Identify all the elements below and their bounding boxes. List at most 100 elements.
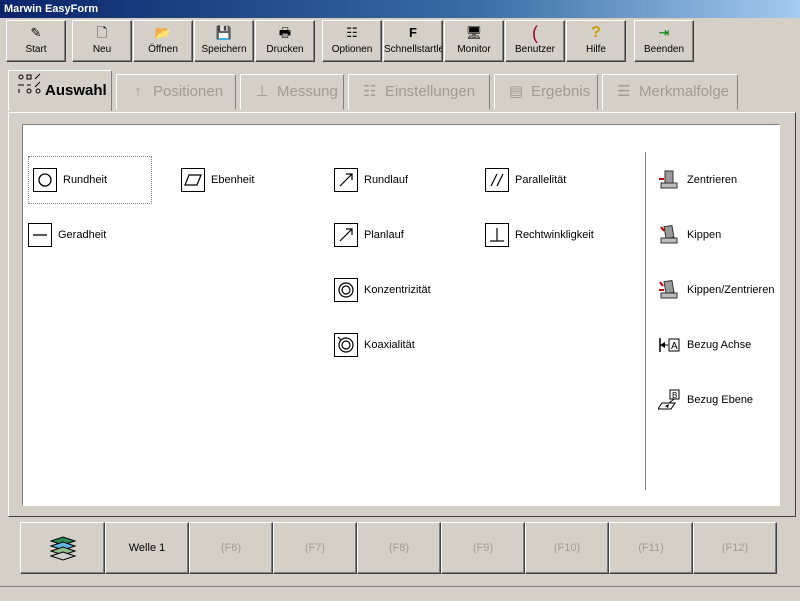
f12-button[interactable]: (F12) bbox=[693, 522, 777, 574]
oeffnen-label: Öffnen bbox=[148, 44, 178, 55]
pen-icon: ✎ bbox=[30, 25, 42, 40]
oeffnen-button[interactable]: 📂 Öffnen bbox=[133, 20, 193, 62]
perpendicularity-icon bbox=[485, 223, 509, 247]
tab-bar: Auswahl ↑ Positionen ⊥ Messung ☷ Einstellun… bbox=[8, 70, 798, 114]
feature-ebenheit[interactable]: Ebenheit bbox=[181, 167, 254, 193]
feature-rundlauf[interactable]: Rundlauf bbox=[334, 167, 408, 193]
f6-button[interactable]: (F6) bbox=[189, 522, 273, 574]
layers-icon bbox=[48, 535, 77, 561]
panel-divider bbox=[645, 152, 647, 490]
toolbar: ✎ Start 🗋 Neu 📂 Öffnen 💾 Speichern 🖶 Dru… bbox=[0, 18, 800, 64]
optionen-button[interactable]: ☷ Optionen bbox=[322, 20, 382, 62]
feature-rundheit[interactable]: Rundheit bbox=[28, 156, 152, 204]
feature-rundheit-label: Rundheit bbox=[63, 174, 108, 186]
result-chart-icon: ▤ bbox=[508, 83, 524, 100]
hilfe-label: Hilfe bbox=[585, 44, 606, 55]
f-letter-icon: F bbox=[409, 25, 417, 40]
f8-button[interactable]: (F8) bbox=[357, 522, 441, 574]
up-arrow-icon: ↑ bbox=[134, 83, 142, 100]
neu-button[interactable]: 🗋 Neu bbox=[72, 20, 132, 62]
action-kippen-zentrieren-label: Kippen/Zentrieren bbox=[687, 284, 775, 296]
settings-sliders-icon: ☷ bbox=[363, 83, 377, 100]
start-label: Start bbox=[25, 44, 47, 55]
action-kippen-label: Kippen bbox=[687, 229, 722, 241]
tab-positionen-label: Positionen bbox=[153, 83, 224, 100]
action-bezug-ebene[interactable]: B Bezug Ebene bbox=[657, 387, 753, 413]
feature-rechtwinkligkeit-label: Rechtwinkligkeit bbox=[515, 229, 594, 241]
centering-icon bbox=[657, 168, 681, 192]
monitor-icon: 🖥 bbox=[465, 25, 483, 40]
welle-1-button[interactable]: Welle 1 bbox=[105, 522, 189, 574]
axial-runout-icon bbox=[334, 223, 358, 247]
flatness-icon bbox=[181, 168, 205, 192]
feature-list-icon: ☰ bbox=[617, 83, 631, 100]
schnellstart-label: Schnellstartle... bbox=[384, 44, 442, 55]
action-zentrieren-label: Zentrieren bbox=[687, 174, 738, 186]
action-bezug-achse[interactable]: A Bezug Achse bbox=[657, 332, 751, 358]
circularity-icon bbox=[33, 168, 57, 192]
hilfe-button[interactable]: ? Hilfe bbox=[566, 20, 626, 62]
tab-ergebnis[interactable]: ▤ Ergebnis bbox=[494, 74, 598, 110]
feature-geradheit-label: Geradheit bbox=[58, 229, 107, 241]
tilt-center-icon bbox=[657, 278, 681, 302]
tab-ergebnis-label: Ergebnis bbox=[531, 83, 591, 100]
straightness-icon bbox=[28, 223, 52, 247]
drucken-button[interactable]: 🖶 Drucken bbox=[255, 20, 315, 62]
function-key-bar: Welle 1 (F6) (F7) (F8) (F9) (F10) (F11) … bbox=[20, 522, 780, 574]
datum-plane-icon: B bbox=[657, 388, 681, 412]
neu-label: Neu bbox=[92, 44, 112, 55]
beenden-button[interactable]: ⇥ Beenden bbox=[634, 20, 694, 62]
tab-merkmalfolge-label: Merkmalfolge bbox=[639, 83, 730, 100]
beenden-label: Beenden bbox=[643, 44, 685, 55]
action-kippen-zentrieren[interactable]: Kippen/Zentrieren bbox=[657, 277, 774, 303]
window-title: Marwin EasyForm bbox=[0, 0, 800, 18]
start-button[interactable]: ✎ Start bbox=[6, 20, 66, 62]
open-folder-icon: 📂 bbox=[154, 25, 172, 40]
feature-geradheit[interactable]: Geradheit bbox=[28, 222, 106, 248]
printer-icon: 🖶 bbox=[278, 25, 292, 40]
new-document-icon: 🗋 bbox=[96, 25, 108, 40]
f11-button[interactable]: (F11) bbox=[609, 522, 693, 574]
tab-positionen[interactable]: ↑ Positionen bbox=[116, 74, 236, 110]
f10-button[interactable]: (F10) bbox=[525, 522, 609, 574]
measure-icon: ⊥ bbox=[255, 83, 269, 100]
feature-ebenheit-label: Ebenheit bbox=[211, 174, 255, 186]
save-disk-icon: 💾 bbox=[215, 25, 233, 40]
action-zentrieren[interactable]: Zentrieren bbox=[657, 167, 737, 193]
schnellstart-button[interactable]: F Schnellstartle... bbox=[383, 20, 443, 62]
benutzer-button[interactable]: ( Benutzer bbox=[505, 20, 565, 62]
action-bezug-achse-label: Bezug Achse bbox=[687, 339, 752, 351]
f9-button[interactable]: (F9) bbox=[441, 522, 525, 574]
feature-konzentrizitaet-label: Konzentrizität bbox=[364, 284, 431, 296]
tab-merkmalfolge[interactable]: ☰ Merkmalfolge bbox=[602, 74, 738, 110]
feature-parallelitaet[interactable]: Parallelität bbox=[485, 167, 566, 193]
action-bezug-ebene-label: Bezug Ebene bbox=[687, 394, 754, 406]
speichern-label: Speichern bbox=[201, 44, 247, 55]
svg-text:A: A bbox=[671, 341, 678, 352]
feature-koaxialitaet-label: Koaxialität bbox=[364, 339, 415, 351]
tab-einstellungen[interactable]: ☷ Einstellungen bbox=[348, 74, 490, 110]
circular-runout-icon bbox=[334, 168, 358, 192]
options-sliders-icon: ☷ bbox=[346, 25, 358, 40]
action-kippen[interactable]: Kippen bbox=[657, 222, 721, 248]
tab-einstellungen-label: Einstellungen bbox=[385, 83, 476, 100]
feature-planlauf-label: Planlauf bbox=[364, 229, 404, 241]
feature-konzentrizitaet[interactable]: Konzentrizität bbox=[334, 277, 431, 303]
feature-koaxialitaet[interactable]: Koaxialität bbox=[334, 332, 415, 358]
tab-auswahl[interactable]: Auswahl bbox=[8, 70, 112, 111]
feature-rechtwinkligkeit[interactable]: Rechtwinkligkeit bbox=[485, 222, 594, 248]
feature-rundlauf-label: Rundlauf bbox=[364, 174, 409, 186]
benutzer-label: Benutzer bbox=[514, 44, 556, 55]
speichern-button[interactable]: 💾 Speichern bbox=[194, 20, 254, 62]
f7-button[interactable]: (F7) bbox=[273, 522, 357, 574]
optionen-label: Optionen bbox=[331, 44, 373, 55]
status-bar bbox=[0, 586, 800, 601]
layers-button[interactable] bbox=[20, 522, 105, 574]
monitor-label: Monitor bbox=[457, 44, 491, 55]
monitor-button[interactable]: 🖥 Monitor bbox=[444, 20, 504, 62]
tab-auswahl-label: Auswahl bbox=[45, 82, 107, 99]
svg-text:B: B bbox=[672, 391, 677, 400]
tab-messung[interactable]: ⊥ Messung bbox=[240, 74, 344, 110]
feature-planlauf[interactable]: Planlauf bbox=[334, 222, 404, 248]
user-icon: ( bbox=[532, 23, 538, 43]
